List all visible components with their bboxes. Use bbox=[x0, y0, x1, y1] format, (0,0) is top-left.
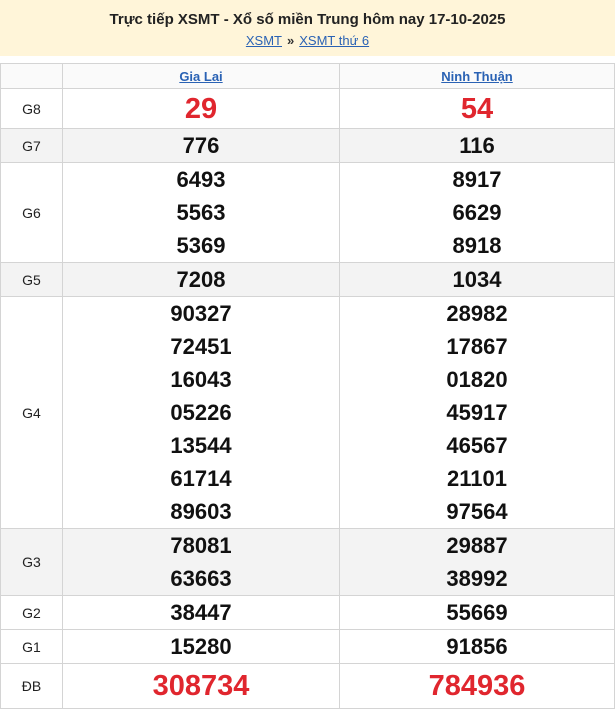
prize-label: G1 bbox=[0, 629, 63, 664]
breadcrumb-link-xsmt-thu-6[interactable]: XSMT thứ 6 bbox=[299, 33, 369, 48]
prize-label: ĐB bbox=[0, 663, 63, 709]
prize-cell-ninh-thuan: 55669 bbox=[339, 595, 615, 630]
header-corner-cell bbox=[0, 63, 63, 89]
prize-row-g6: G6 6493 5563 5369 8917 6629 8918 bbox=[0, 162, 615, 263]
prize-row-db: ĐB 308734 784936 bbox=[0, 663, 615, 709]
prize-cell-ninh-thuan: 91856 bbox=[339, 629, 615, 664]
prize-number: 17867 bbox=[446, 334, 508, 359]
breadcrumb-link-xsmt[interactable]: XSMT bbox=[246, 33, 282, 48]
prize-cell-gia-lai: 308734 bbox=[62, 663, 340, 709]
prize-number: 05226 bbox=[170, 400, 232, 425]
province-link-ninh-thuan[interactable]: Ninh Thuận bbox=[441, 69, 513, 84]
prize-number: 776 bbox=[182, 133, 220, 158]
prize-number: 38447 bbox=[170, 600, 232, 625]
prize-label: G3 bbox=[0, 528, 63, 596]
prize-cell-gia-lai: 776 bbox=[62, 128, 340, 163]
province-header-ninh-thuan: Ninh Thuận bbox=[339, 63, 615, 89]
prize-cell-gia-lai: 6493 5563 5369 bbox=[62, 162, 340, 263]
prize-number: 29 bbox=[184, 92, 218, 125]
prize-label: G6 bbox=[0, 162, 63, 263]
prize-number: 46567 bbox=[446, 433, 508, 458]
prize-cell-ninh-thuan: 29887 38992 bbox=[339, 528, 615, 596]
prize-number: 45917 bbox=[446, 400, 508, 425]
breadcrumb-separator: » bbox=[287, 33, 295, 48]
prize-label: G4 bbox=[0, 296, 63, 529]
prize-number: 38992 bbox=[446, 566, 508, 591]
page-header: Trực tiếp XSMT - Xổ số miền Trung hôm na… bbox=[0, 0, 615, 56]
prize-row-g4: G4 90327 72451 16043 05226 13544 61714 89603 289… bbox=[0, 296, 615, 529]
prize-number: 72451 bbox=[170, 334, 232, 359]
results-table: Gia Lai Ninh Thuận G8 29 54 G7 776 116 G6 6493 5… bbox=[0, 63, 615, 709]
prize-number: 16043 bbox=[170, 367, 232, 392]
prize-number: 1034 bbox=[452, 267, 502, 292]
prize-number: 78081 bbox=[170, 533, 232, 558]
prize-number: 116 bbox=[459, 133, 495, 158]
prize-number: 15280 bbox=[170, 634, 232, 659]
prize-cell-gia-lai: 15280 bbox=[62, 629, 340, 664]
prize-cell-gia-lai: 29 bbox=[62, 88, 340, 129]
prize-number: 21101 bbox=[447, 466, 507, 491]
prize-cell-ninh-thuan: 116 bbox=[339, 128, 615, 163]
prize-row-g5: G5 7208 1034 bbox=[0, 262, 615, 297]
prize-cell-ninh-thuan: 28982 17867 01820 45917 46567 21101 97564 bbox=[339, 296, 615, 529]
prize-row-g1: G1 15280 91856 bbox=[0, 629, 615, 664]
prize-number: 784936 bbox=[428, 669, 526, 702]
prize-number: 6629 bbox=[452, 200, 502, 225]
province-link-gia-lai[interactable]: Gia Lai bbox=[179, 69, 222, 84]
prize-number: 8918 bbox=[452, 233, 502, 258]
prize-label: G8 bbox=[0, 88, 63, 129]
prize-cell-ninh-thuan: 784936 bbox=[339, 663, 615, 709]
table-header-row: Gia Lai Ninh Thuận bbox=[0, 63, 615, 89]
prize-cell-gia-lai: 7208 bbox=[62, 262, 340, 297]
prize-cell-gia-lai: 38447 bbox=[62, 595, 340, 630]
prize-number: 55669 bbox=[446, 600, 508, 625]
prize-number: 61714 bbox=[170, 466, 232, 491]
prize-row-g8: G8 29 54 bbox=[0, 88, 615, 129]
prize-cell-gia-lai: 78081 63663 bbox=[62, 528, 340, 596]
prize-label: G2 bbox=[0, 595, 63, 630]
prize-number: 308734 bbox=[152, 669, 250, 702]
prize-number: 13544 bbox=[170, 433, 232, 458]
prize-number: 6493 bbox=[176, 167, 226, 192]
page-title: Trực tiếp XSMT - Xổ số miền Trung hôm na… bbox=[109, 11, 506, 28]
prize-cell-ninh-thuan: 1034 bbox=[339, 262, 615, 297]
prize-cell-gia-lai: 90327 72451 16043 05226 13544 61714 89603 bbox=[62, 296, 340, 529]
prize-row-g3: G3 78081 63663 29887 38992 bbox=[0, 528, 615, 596]
prize-number: 54 bbox=[460, 92, 494, 125]
prize-number: 5563 bbox=[176, 200, 226, 225]
prize-number: 63663 bbox=[170, 566, 232, 591]
prize-label: G7 bbox=[0, 128, 63, 163]
prize-number: 01820 bbox=[446, 367, 508, 392]
prize-number: 89603 bbox=[170, 499, 232, 524]
prize-cell-ninh-thuan: 54 bbox=[339, 88, 615, 129]
prize-number: 8917 bbox=[452, 167, 502, 192]
prize-number: 29887 bbox=[446, 533, 508, 558]
province-header-gia-lai: Gia Lai bbox=[62, 63, 340, 89]
prize-number: 7208 bbox=[176, 267, 226, 292]
prize-number: 90327 bbox=[170, 301, 232, 326]
breadcrumb: XSMT » XSMT thứ 6 bbox=[0, 32, 615, 50]
prize-number: 5369 bbox=[176, 233, 226, 258]
prize-label: G5 bbox=[0, 262, 63, 297]
prize-row-g2: G2 38447 55669 bbox=[0, 595, 615, 630]
prize-number: 28982 bbox=[446, 301, 508, 326]
prize-number: 97564 bbox=[446, 499, 508, 524]
prize-row-g7: G7 776 116 bbox=[0, 128, 615, 163]
prize-cell-ninh-thuan: 8917 6629 8918 bbox=[339, 162, 615, 263]
prize-number: 91856 bbox=[446, 634, 508, 659]
